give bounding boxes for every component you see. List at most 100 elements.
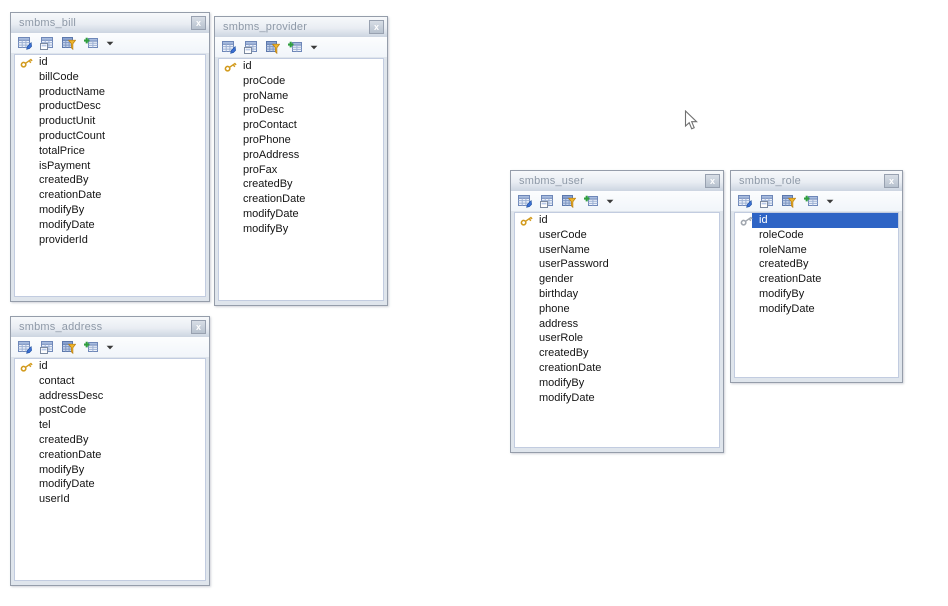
column-row[interactable]: id [735, 213, 898, 228]
dropdown-arrow-icon[interactable] [310, 41, 318, 54]
column-row[interactable]: proName [219, 89, 383, 104]
table-data-icon[interactable] [760, 195, 774, 208]
dropdown-arrow-icon[interactable] [826, 195, 834, 208]
column-row[interactable]: proAddress [219, 148, 383, 163]
column-row[interactable]: id [15, 359, 205, 374]
column-row[interactable]: modifyDate [219, 207, 383, 222]
filter-table-icon[interactable] [562, 195, 576, 208]
column-row[interactable]: productName [15, 85, 205, 100]
column-row[interactable]: id [515, 213, 719, 228]
column-row[interactable]: createdBy [15, 433, 205, 448]
table-data-icon[interactable] [244, 41, 258, 54]
table-titlebar[interactable]: smbms_provider x [215, 17, 387, 37]
close-icon[interactable]: x [705, 174, 720, 188]
column-row[interactable]: isPayment [15, 159, 205, 174]
close-icon[interactable]: x [369, 20, 384, 34]
edit-table-icon[interactable] [222, 41, 236, 54]
column-row[interactable]: creationDate [15, 448, 205, 463]
column-row[interactable]: modifyBy [219, 222, 383, 237]
column-row[interactable]: creationDate [735, 272, 898, 287]
column-row[interactable]: totalPrice [15, 144, 205, 159]
column-row[interactable]: tel [15, 418, 205, 433]
column-row[interactable]: id [219, 59, 383, 74]
close-icon[interactable]: x [191, 16, 206, 30]
column-row[interactable]: createdBy [735, 257, 898, 272]
column-row[interactable]: addressDesc [15, 389, 205, 404]
column-row[interactable]: creationDate [15, 188, 205, 203]
column-row[interactable]: userName [515, 243, 719, 258]
column-row[interactable]: createdBy [15, 173, 205, 188]
column-row[interactable]: roleCode [735, 228, 898, 243]
column-row[interactable]: creationDate [515, 361, 719, 376]
column-row[interactable]: productUnit [15, 114, 205, 129]
column-name: proContact [243, 119, 297, 131]
column-row[interactable]: modifyDate [15, 218, 205, 233]
add-column-icon[interactable] [288, 41, 302, 54]
add-column-icon[interactable] [804, 195, 818, 208]
table-data-icon[interactable] [540, 195, 554, 208]
column-row[interactable]: id [15, 55, 205, 70]
table-data-icon[interactable] [40, 37, 54, 50]
add-column-icon[interactable] [584, 195, 598, 208]
column-row[interactable]: providerId [15, 233, 205, 248]
table-window[interactable]: smbms_user x [510, 170, 724, 453]
column-row[interactable]: phone [515, 302, 719, 317]
dropdown-arrow-icon[interactable] [606, 195, 614, 208]
column-row[interactable]: modifyDate [515, 391, 719, 406]
column-row[interactable]: createdBy [219, 177, 383, 192]
table-window[interactable]: smbms_address x [10, 316, 210, 586]
column-row[interactable]: billCode [15, 70, 205, 85]
column-name: userId [39, 493, 70, 505]
column-row[interactable]: userCode [515, 228, 719, 243]
filter-table-icon[interactable] [62, 341, 76, 354]
column-row[interactable]: createdBy [515, 346, 719, 361]
column-row[interactable]: birthday [515, 287, 719, 302]
column-row[interactable]: proDesc [219, 103, 383, 118]
filter-table-icon[interactable] [782, 195, 796, 208]
column-row[interactable]: userRole [515, 331, 719, 346]
column-row[interactable]: contact [15, 374, 205, 389]
filter-table-icon[interactable] [62, 37, 76, 50]
column-name: birthday [539, 288, 578, 300]
add-column-icon[interactable] [84, 341, 98, 354]
edit-table-icon[interactable] [738, 195, 752, 208]
table-window[interactable]: smbms_role x [730, 170, 903, 383]
column-row[interactable]: modifyBy [15, 203, 205, 218]
dropdown-arrow-icon[interactable] [106, 341, 114, 354]
close-icon[interactable]: x [884, 174, 899, 188]
column-list: idroleCoderoleNamecreatedBycreationDatem… [734, 212, 899, 378]
edit-table-icon[interactable] [18, 37, 32, 50]
column-row[interactable]: userId [15, 492, 205, 507]
column-row[interactable]: proContact [219, 118, 383, 133]
table-titlebar[interactable]: smbms_bill x [11, 13, 209, 33]
column-row[interactable]: modifyBy [735, 287, 898, 302]
edit-table-icon[interactable] [518, 195, 532, 208]
column-name: id [539, 214, 548, 226]
table-data-icon[interactable] [40, 341, 54, 354]
add-column-icon[interactable] [84, 37, 98, 50]
column-row[interactable]: roleName [735, 243, 898, 258]
column-row[interactable]: modifyBy [15, 463, 205, 478]
filter-table-icon[interactable] [266, 41, 280, 54]
table-titlebar[interactable]: smbms_user x [511, 171, 723, 191]
column-row[interactable]: creationDate [219, 192, 383, 207]
column-row[interactable]: gender [515, 272, 719, 287]
column-row[interactable]: postCode [15, 403, 205, 418]
table-window[interactable]: smbms_bill x [10, 12, 210, 302]
column-row[interactable]: address [515, 317, 719, 332]
column-row[interactable]: proPhone [219, 133, 383, 148]
column-row[interactable]: userPassword [515, 257, 719, 272]
column-row[interactable]: modifyBy [515, 376, 719, 391]
column-row[interactable]: proCode [219, 74, 383, 89]
column-row[interactable]: productDesc [15, 99, 205, 114]
column-row[interactable]: modifyDate [735, 302, 898, 317]
close-icon[interactable]: x [191, 320, 206, 334]
column-row[interactable]: productCount [15, 129, 205, 144]
edit-table-icon[interactable] [18, 341, 32, 354]
column-row[interactable]: proFax [219, 163, 383, 178]
table-window[interactable]: smbms_provider x [214, 16, 388, 306]
table-titlebar[interactable]: smbms_role x [731, 171, 902, 191]
dropdown-arrow-icon[interactable] [106, 37, 114, 50]
column-row[interactable]: modifyDate [15, 477, 205, 492]
table-titlebar[interactable]: smbms_address x [11, 317, 209, 337]
